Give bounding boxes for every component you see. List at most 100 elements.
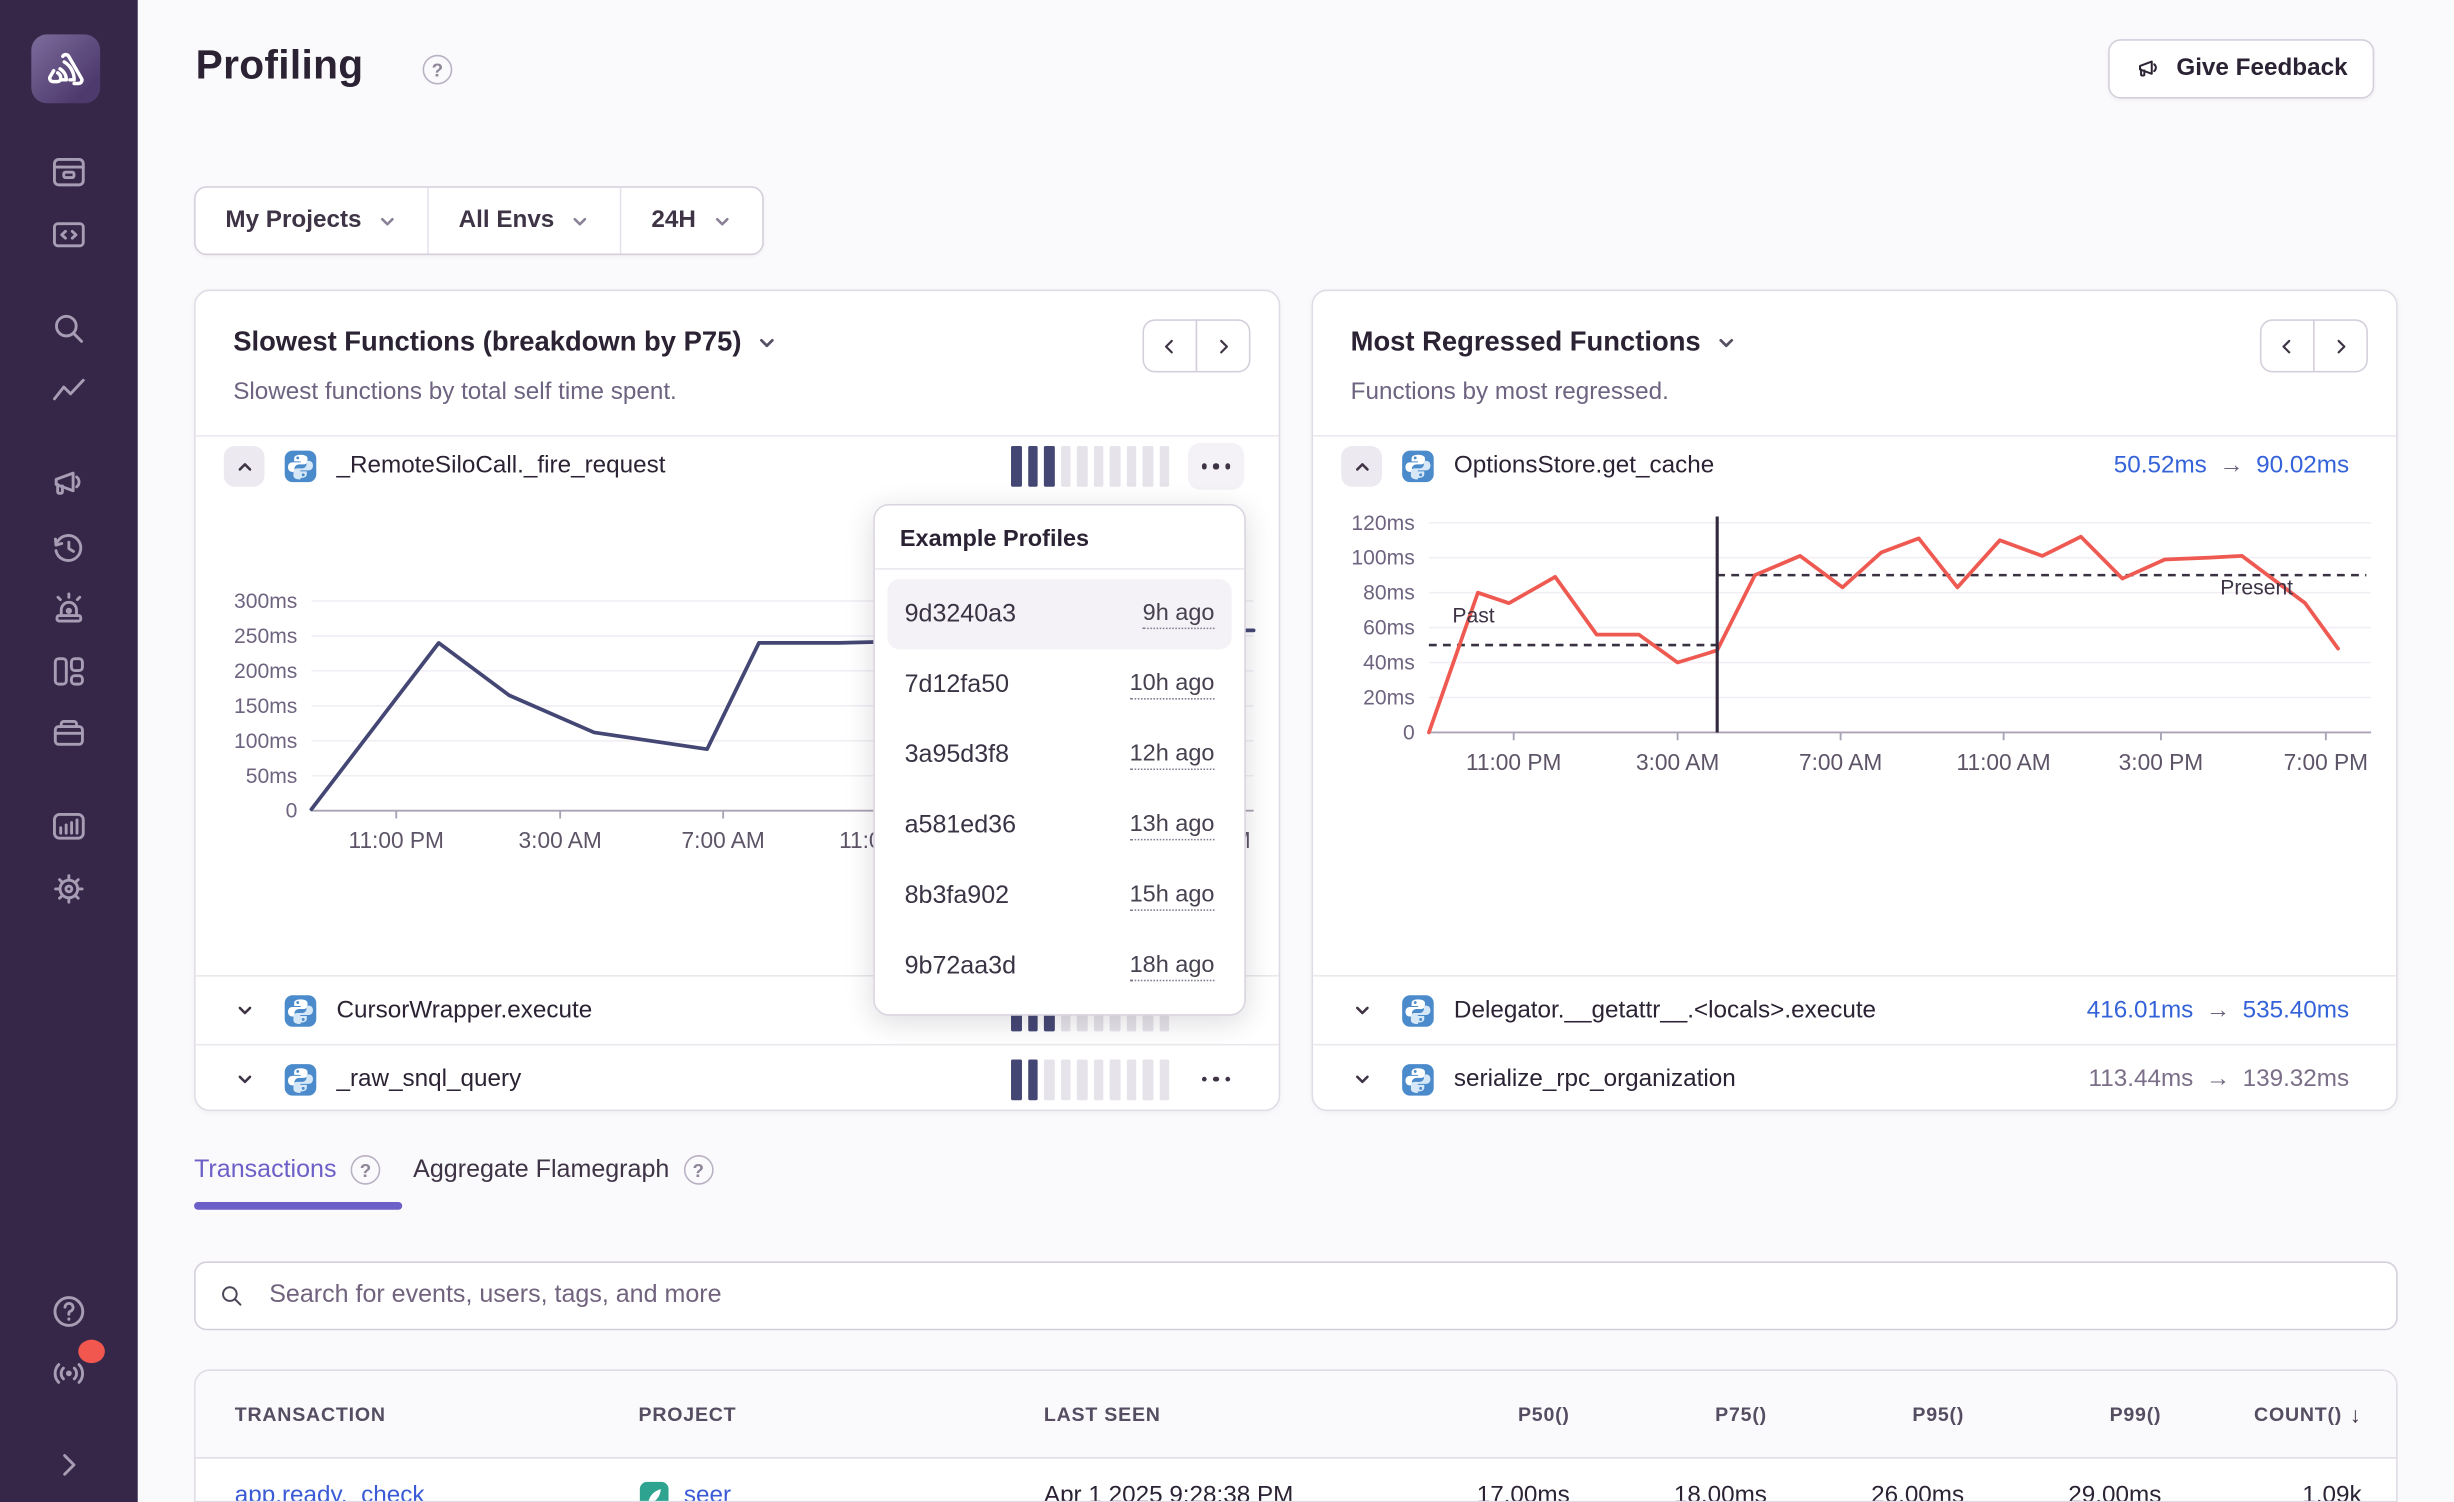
tab-aggregate-flamegraph[interactable]: Aggregate Flamegraph ? <box>413 1155 713 1185</box>
function-sparkline <box>1011 446 1169 487</box>
svg-text:0: 0 <box>1403 721 1415 744</box>
expand-row-button[interactable] <box>224 990 265 1031</box>
traces-icon[interactable] <box>45 368 92 415</box>
chevron-up-icon <box>234 456 254 476</box>
give-feedback-button[interactable]: Give Feedback <box>2107 39 2374 98</box>
tab-help-icon[interactable]: ? <box>351 1155 381 1185</box>
function-name: Delegator.__getattr__.<locals>.execute <box>1454 996 1876 1024</box>
time-range-filter[interactable]: 24H <box>620 188 762 254</box>
before-duration[interactable]: 113.44ms <box>2089 1065 2194 1093</box>
row-actions-button[interactable] <box>1188 443 1244 490</box>
time-range-filter-label: 24H <box>651 207 696 235</box>
environments-filter[interactable]: All Envs <box>427 188 620 254</box>
most-regressed-title-select[interactable]: Most Regressed Functions <box>1351 326 1737 359</box>
svg-text:50ms: 50ms <box>246 765 298 788</box>
column-transaction[interactable]: TRANSACTION <box>196 1403 639 1425</box>
chevron-right-icon <box>2330 336 2350 356</box>
before-duration[interactable]: 416.01ms <box>2087 996 2194 1024</box>
column-p95[interactable]: P95() <box>1767 1403 1964 1425</box>
search-bar <box>194 1261 2398 1330</box>
next-page-button[interactable] <box>1196 319 1251 372</box>
example-profiles-dropdown: Example Profiles 9d3240a3 9h ago 7d12fa5… <box>873 504 1245 1016</box>
after-duration[interactable]: 90.02ms <box>2256 452 2349 480</box>
svg-text:11:00 AM: 11:00 AM <box>1957 749 2051 775</box>
megaphone-icon <box>2134 55 2162 83</box>
feedback-icon[interactable] <box>45 460 92 507</box>
function-name: _RemoteSiloCall._fire_request <box>336 452 665 480</box>
table-header: TRANSACTION PROJECT LAST SEEN P50() P75(… <box>196 1371 2396 1459</box>
search-input[interactable] <box>194 1261 2398 1330</box>
tab-transactions[interactable]: Transactions ? <box>194 1155 380 1185</box>
svg-text:3:00 PM: 3:00 PM <box>2119 749 2204 775</box>
prev-page-button[interactable] <box>1142 319 1197 372</box>
column-project[interactable]: PROJECT <box>639 1403 1044 1425</box>
table-row: app.ready._check seer Apr 1 2025 9:28:38… <box>196 1459 2396 1502</box>
projects-icon[interactable] <box>45 211 92 258</box>
chevron-left-icon <box>2277 336 2297 356</box>
collapse-row-button[interactable] <box>1341 446 1382 487</box>
dashboards-icon[interactable] <box>45 648 92 695</box>
sentry-logo[interactable] <box>31 34 100 103</box>
settings-icon[interactable] <box>45 865 92 912</box>
python-icon <box>283 1062 317 1096</box>
function-name: OptionsStore.get_cache <box>1454 452 1714 480</box>
tab-label: Transactions <box>194 1156 336 1184</box>
tab-help-icon[interactable]: ? <box>683 1155 713 1185</box>
issues-icon[interactable] <box>45 149 92 196</box>
expand-row-button[interactable] <box>1341 990 1382 1031</box>
profile-age: 12h ago <box>1130 740 1215 770</box>
svg-text:100ms: 100ms <box>234 730 297 753</box>
expand-row-button[interactable] <box>224 1059 265 1100</box>
row-actions-button[interactable] <box>1188 1056 1244 1103</box>
help-icon[interactable] <box>45 1288 92 1335</box>
sidebar-expand-icon[interactable] <box>45 1441 92 1488</box>
profile-item[interactable]: a581ed36 13h ago <box>887 790 1231 860</box>
transaction-link[interactable]: app.ready._check <box>235 1482 425 1502</box>
next-page-button[interactable] <box>2313 319 2368 372</box>
svg-text:11:00 PM: 11:00 PM <box>1466 749 1561 775</box>
prev-page-button[interactable] <box>2260 319 2315 372</box>
profile-item[interactable]: 8b3fa902 15h ago <box>887 861 1231 931</box>
python-icon <box>1401 993 1435 1027</box>
column-p50[interactable]: P50() <box>1373 1403 1570 1425</box>
page-help-icon[interactable]: ? <box>423 55 453 85</box>
search-nav-icon[interactable] <box>45 305 92 352</box>
arrow-right-glyph: → <box>2219 452 2243 480</box>
projects-filter[interactable]: My Projects <box>196 188 428 254</box>
stats-icon[interactable] <box>45 803 92 850</box>
alerts-icon[interactable] <box>45 585 92 632</box>
before-duration[interactable]: 50.52ms <box>2114 452 2207 480</box>
regression-values: 113.44ms → 139.32ms <box>2089 1065 2362 1093</box>
profile-item[interactable]: 9d3240a3 9h ago <box>887 579 1231 649</box>
svg-text:7:00 AM: 7:00 AM <box>682 827 765 853</box>
regression-values: 50.52ms → 90.02ms <box>2114 452 2362 480</box>
svg-text:7:00 AM: 7:00 AM <box>1799 749 1882 775</box>
card-subtitle: Functions by most regressed. <box>1351 379 1669 407</box>
page-title: Profiling <box>196 41 364 90</box>
expand-row-button[interactable] <box>1341 1059 1382 1100</box>
profile-item[interactable]: 9b72aa3d 18h ago <box>887 931 1231 1001</box>
slowest-functions-title-select[interactable]: Slowest Functions (breakdown by P75) <box>233 326 777 359</box>
profile-item[interactable]: 7d12fa50 10h ago <box>887 649 1231 719</box>
replays-icon[interactable] <box>45 524 92 571</box>
column-last-seen[interactable]: LAST SEEN <box>1044 1403 1373 1425</box>
svg-text:150ms: 150ms <box>234 695 297 718</box>
whats-new-icon[interactable] <box>45 1349 92 1396</box>
column-p99[interactable]: P99() <box>1964 1403 2161 1425</box>
environments-filter-label: All Envs <box>459 207 555 235</box>
svg-text:Present: Present <box>2220 576 2293 599</box>
function-name: _raw_snql_query <box>336 1065 521 1093</box>
profile-id: 9b72aa3d <box>905 952 1016 980</box>
tab-label: Aggregate Flamegraph <box>413 1156 669 1184</box>
python-icon <box>283 449 317 483</box>
profile-item[interactable]: 3a95d3f8 12h ago <box>887 720 1231 790</box>
projects-filter-label: My Projects <box>225 207 361 235</box>
collapse-row-button[interactable] <box>224 446 265 487</box>
crons-icon[interactable] <box>45 709 92 756</box>
column-p75[interactable]: P75() <box>1570 1403 1767 1425</box>
after-duration[interactable]: 139.32ms <box>2243 1065 2350 1093</box>
after-duration[interactable]: 535.40ms <box>2243 996 2350 1024</box>
column-count[interactable]: COUNT() ↓ <box>2161 1402 2397 1427</box>
project-link[interactable]: seer <box>684 1482 731 1502</box>
arrow-right-glyph: → <box>2206 1065 2230 1093</box>
